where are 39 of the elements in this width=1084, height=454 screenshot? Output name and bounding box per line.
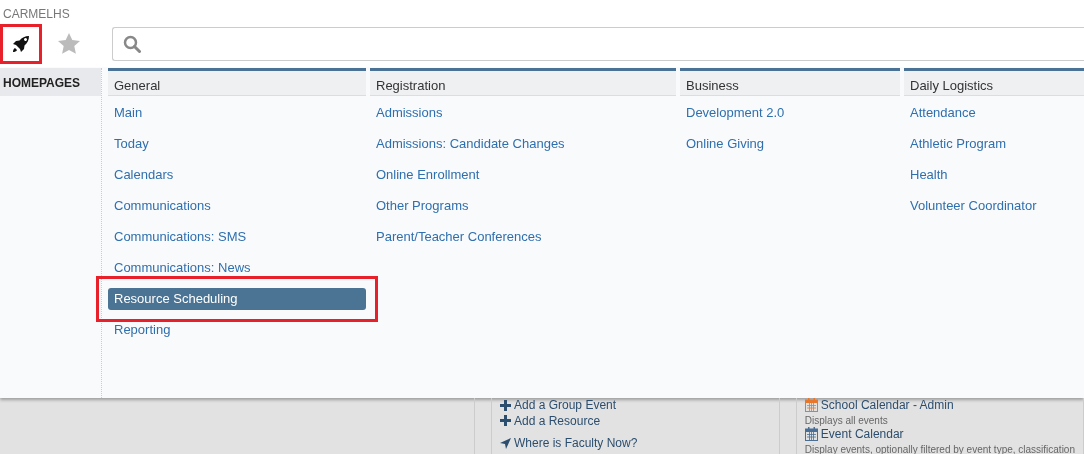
plus-icon — [500, 415, 511, 426]
panel-link[interactable]: Add a Resource — [500, 413, 601, 428]
menu-item[interactable]: Resource Scheduling — [108, 288, 366, 310]
arrow-icon — [500, 437, 511, 449]
menu-item[interactable]: Communications — [108, 195, 366, 217]
panel-link[interactable]: Event Calendar — [804, 427, 904, 441]
menu-item[interactable]: Volunteer Coordinator — [904, 195, 1084, 217]
menu-item[interactable]: Athletic Program — [904, 133, 1084, 155]
plus-icon — [500, 399, 511, 411]
menu-item[interactable]: Attendance — [904, 102, 1084, 124]
column-header: Business — [680, 68, 900, 96]
panel-link[interactable]: Add a Group Event — [500, 398, 617, 412]
star-icon — [57, 32, 81, 56]
panel-link[interactable]: School Calendar - Admin — [804, 398, 954, 412]
menu-item[interactable]: Reporting — [108, 319, 366, 341]
column-header: General — [108, 68, 366, 96]
sidebar-item[interactable]: HOMEPAGES — [0, 68, 101, 96]
menu-item[interactable]: Admissions — [370, 102, 676, 124]
search-field[interactable] — [112, 27, 1084, 61]
menu-item[interactable]: Parent/Teacher Conferences — [370, 226, 676, 248]
launcher-button[interactable] — [0, 24, 42, 64]
site-name: CARMELHS — [3, 7, 70, 21]
search-icon — [123, 35, 141, 53]
menu-item[interactable]: Today — [108, 133, 366, 155]
menu-item[interactable]: Main — [108, 102, 366, 124]
rocket-icon — [11, 34, 31, 54]
menu-item[interactable]: Development 2.0 — [680, 102, 900, 124]
column-header: Daily Logistics — [904, 68, 1084, 96]
panel-link[interactable]: Where is Faculty Now? — [500, 436, 638, 450]
menu-item[interactable]: Health — [904, 164, 1084, 186]
description-text: Displays all events — [804, 415, 889, 427]
menu-item[interactable]: Admissions: Candidate Changes — [370, 133, 676, 155]
column-header: Registration — [370, 68, 676, 96]
menu-item[interactable]: Online Enrollment — [370, 164, 676, 186]
menu-item[interactable]: Online Giving — [680, 133, 900, 155]
menu-item[interactable]: Other Programs — [370, 195, 676, 217]
menu-item[interactable]: Communications: News — [108, 257, 366, 279]
menu-item[interactable]: Communications: SMS — [108, 226, 366, 248]
menu-item[interactable]: Calendars — [108, 164, 366, 186]
